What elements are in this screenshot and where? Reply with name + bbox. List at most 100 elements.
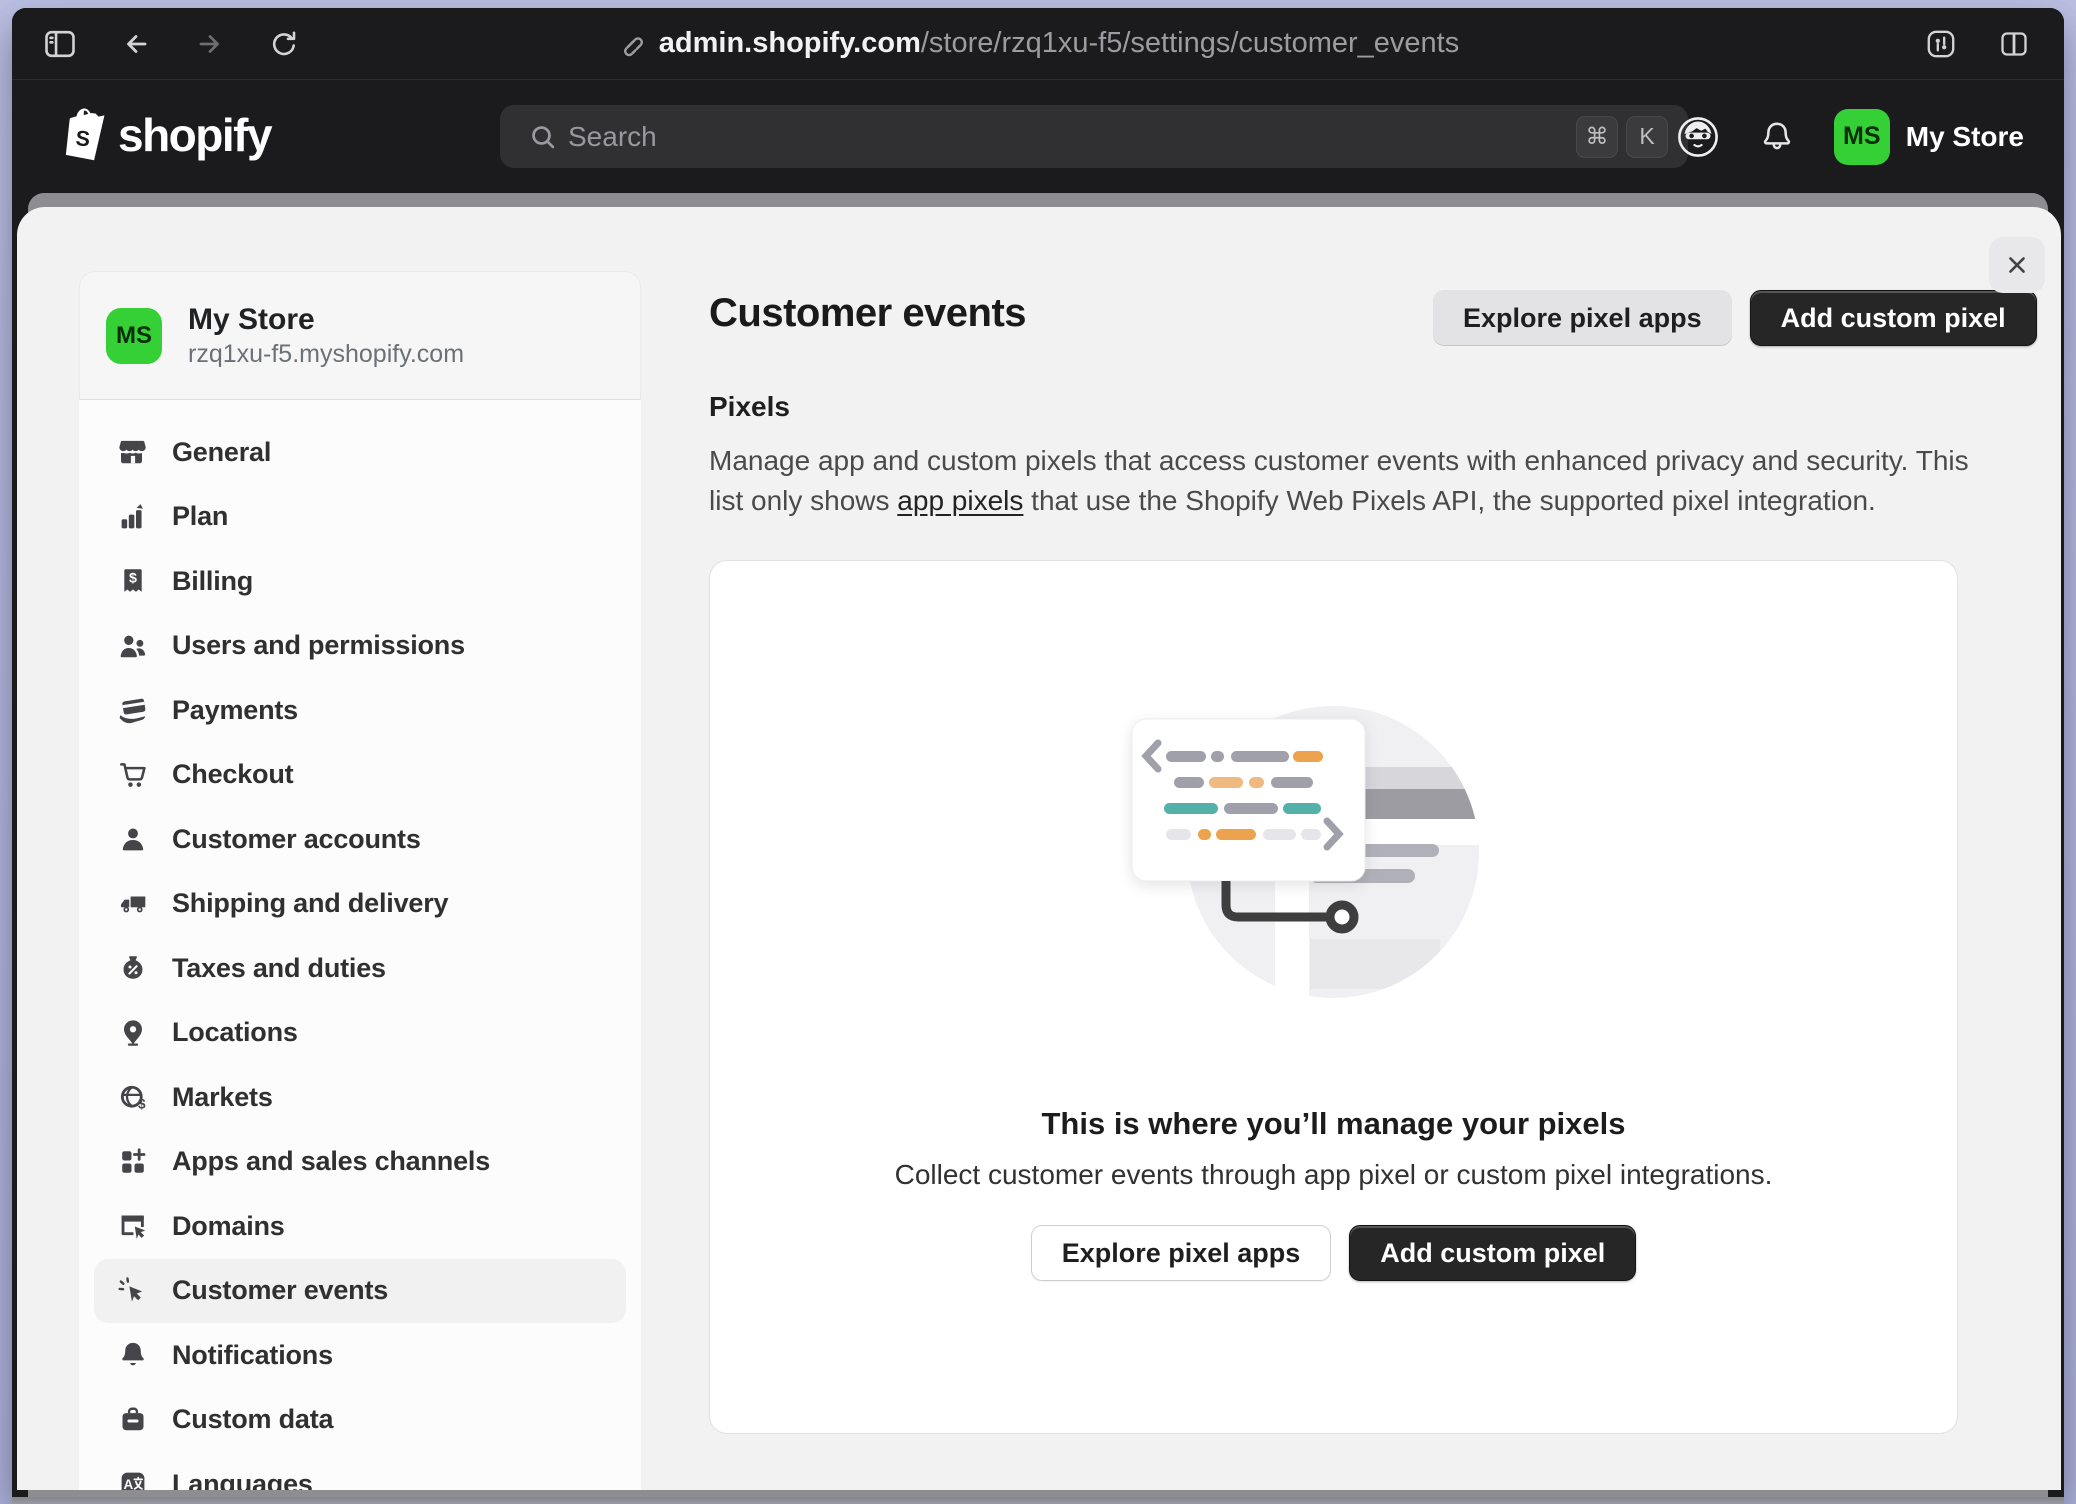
globe-icon: $ [118, 1082, 148, 1112]
empty-add-custom-pixel-button[interactable]: Add custom pixel [1349, 1225, 1636, 1281]
forward-icon[interactable] [194, 28, 226, 60]
search-input[interactable]: Search ⌘ K [500, 105, 1688, 168]
sidebar-store-name: My Store [188, 302, 464, 338]
sidebar-store-avatar: MS [106, 308, 162, 364]
sidebar-item-label: Locations [172, 1017, 298, 1048]
sidebar-item-payments[interactable]: Payments [94, 678, 626, 743]
sidebar-item-label: Markets [172, 1082, 273, 1113]
explore-pixel-apps-button[interactable]: Explore pixel apps [1433, 290, 1732, 346]
sidebar-item-label: Notifications [172, 1340, 333, 1371]
store-icon [118, 437, 148, 467]
shopify-topbar: S shopify Search ⌘ K MS My Store [12, 80, 2064, 193]
sidebar-item-label: Taxes and duties [172, 953, 386, 984]
svg-text:$: $ [138, 1097, 146, 1112]
svg-text:A: A [123, 1477, 133, 1490]
events-icon [118, 1276, 148, 1306]
window-bottom-edge [12, 1497, 2064, 1504]
search-placeholder: Search [568, 121, 1568, 153]
payments-icon [118, 695, 148, 725]
kbd-k: K [1626, 116, 1668, 158]
sidebar-item-markets[interactable]: $ Markets [94, 1065, 626, 1130]
empty-explore-pixel-apps-button[interactable]: Explore pixel apps [1031, 1225, 1332, 1281]
translate-icon: A [118, 1469, 148, 1490]
sidebar-item-label: Custom data [172, 1404, 333, 1435]
sidebar-item-notifications[interactable]: Notifications [94, 1323, 626, 1388]
notifications-bell-icon[interactable] [1758, 118, 1796, 156]
browser-chrome: admin.shopify.com/store/rzq1xu-f5/settin… [12, 8, 2064, 193]
account-store-name: My Store [1906, 121, 2024, 153]
users-icon [118, 631, 148, 661]
shopify-bag-icon: S [56, 106, 108, 164]
sidebar-item-taxes-and-duties[interactable]: Taxes and duties [94, 936, 626, 1001]
sidebar-item-customer-events[interactable]: Customer events [94, 1259, 626, 1324]
assistant-avatar-icon[interactable] [1676, 115, 1720, 159]
sidebar-item-label: Billing [172, 566, 253, 597]
sidebar-item-general[interactable]: General [94, 420, 626, 485]
sidebar-item-custom-data[interactable]: Custom data [94, 1388, 626, 1453]
sidebar-item-languages[interactable]: A Languages [94, 1452, 626, 1490]
empty-state-subtitle: Collect customer events through app pixe… [710, 1159, 1957, 1191]
sidebar-item-locations[interactable]: Locations [94, 1001, 626, 1066]
kbd-cmd: ⌘ [1576, 116, 1618, 158]
bell-icon [118, 1340, 148, 1370]
settings-modal: MS My Store rzq1xu-f5.myshopify.com Gene… [17, 207, 2061, 1490]
pixels-empty-card: This is where you’ll manage your pixels … [709, 560, 1958, 1434]
pin-icon [118, 1018, 148, 1048]
sidebar-item-label: Shipping and delivery [172, 888, 448, 919]
sidebar-item-shipping-and-delivery[interactable]: Shipping and delivery [94, 872, 626, 937]
billing-icon: $ [118, 566, 148, 596]
address-bar[interactable]: admin.shopify.com/store/rzq1xu-f5/settin… [617, 8, 1459, 79]
sidebar-item-plan[interactable]: Plan [94, 485, 626, 550]
taxes-icon [118, 953, 148, 983]
sidebar-item-label: Languages [172, 1469, 313, 1490]
store-avatar: MS [1834, 109, 1890, 165]
sidebar-item-label: General [172, 437, 271, 468]
domains-icon [118, 1211, 148, 1241]
browser-toolbar: admin.shopify.com/store/rzq1xu-f5/settin… [12, 8, 2064, 80]
apps-icon [118, 1147, 148, 1177]
sidebar-store-card: MS My Store rzq1xu-f5.myshopify.com [79, 271, 641, 400]
desktop: admin.shopify.com/store/rzq1xu-f5/settin… [0, 0, 2076, 1504]
sidebar-item-apps-and-sales-channels[interactable]: Apps and sales channels [94, 1130, 626, 1195]
pixels-section-title: Pixels [709, 391, 790, 423]
plan-icon [118, 502, 148, 532]
browser-window: admin.shopify.com/store/rzq1xu-f5/settin… [12, 8, 2064, 1497]
svg-text:$: $ [129, 571, 137, 587]
sidebar-toggle-icon[interactable] [42, 26, 78, 62]
sidebar-item-customer-accounts[interactable]: Customer accounts [94, 807, 626, 872]
add-custom-pixel-button[interactable]: Add custom pixel [1750, 290, 2037, 346]
sidebar-item-label: Plan [172, 501, 228, 532]
close-icon [2002, 250, 2032, 280]
data-icon [118, 1405, 148, 1435]
sidebar-item-checkout[interactable]: Checkout [94, 743, 626, 808]
svg-text:S: S [75, 126, 91, 151]
split-view-icon[interactable] [1998, 28, 2030, 60]
truck-icon [118, 889, 148, 919]
sidebar-item-users-and-permissions[interactable]: Users and permissions [94, 614, 626, 679]
sidebar-item-label: Payments [172, 695, 298, 726]
pixels-section-description: Manage app and custom pixels that access… [709, 441, 1979, 521]
sidebar-item-label: Domains [172, 1211, 285, 1242]
sidebar-item-label: Customer events [172, 1275, 388, 1306]
empty-state-title: This is where you’ll manage your pixels [710, 1106, 1957, 1142]
search-icon [528, 122, 558, 152]
pixels-illustration [1074, 681, 1594, 1061]
url-text: admin.shopify.com/store/rzq1xu-f5/settin… [659, 27, 1459, 60]
person-icon [118, 824, 148, 854]
sidebar-store-domain: rzq1xu-f5.myshopify.com [188, 338, 464, 370]
sidebar-item-label: Users and permissions [172, 630, 465, 661]
page-title: Customer events [709, 291, 1026, 336]
close-button[interactable] [1989, 237, 2045, 293]
app-pixels-link[interactable]: app pixels [897, 485, 1023, 516]
account-menu[interactable]: MS My Store [1834, 109, 2024, 165]
cart-icon [118, 760, 148, 790]
back-icon[interactable] [120, 28, 152, 60]
sidebar-item-label: Checkout [172, 759, 293, 790]
sidebar-item-billing[interactable]: $ Billing [94, 549, 626, 614]
page-settings-icon[interactable] [1924, 27, 1958, 61]
reload-icon[interactable] [268, 28, 300, 60]
sidebar-item-domains[interactable]: Domains [94, 1194, 626, 1259]
sidebar-item-label: Apps and sales channels [172, 1146, 490, 1177]
shopify-wordmark: shopify [118, 108, 271, 162]
shopify-logo[interactable]: S shopify [56, 106, 271, 164]
